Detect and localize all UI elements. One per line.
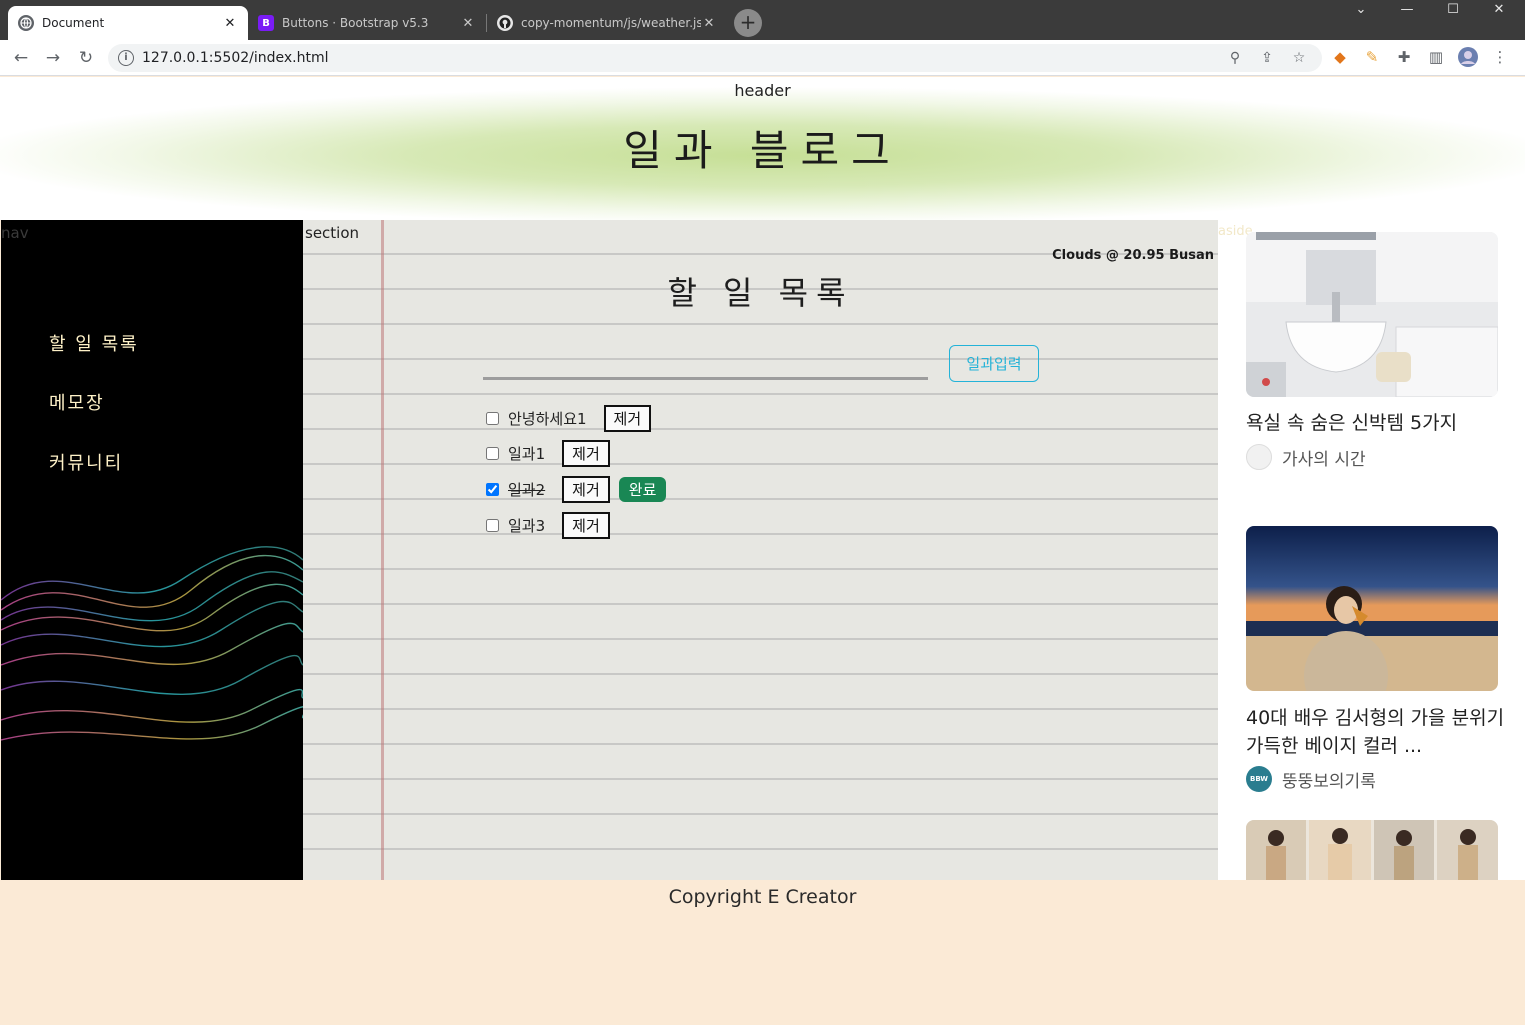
tab-github[interactable]: copy-momentum/js/weather.js ✕ xyxy=(487,6,727,40)
metamask-fox-icon[interactable]: ◆ xyxy=(1330,47,1350,67)
close-icon[interactable]: ✕ xyxy=(701,16,717,31)
maximize-button[interactable]: ☐ xyxy=(1430,0,1476,22)
card-source[interactable]: BBW 뚱뚱보의기록 xyxy=(1246,766,1376,792)
bathroom-photo[interactable] xyxy=(1246,232,1498,397)
todo-item: 일과1 제거 xyxy=(486,439,610,467)
todo-section: section Clouds @ 20.95 Busan 할 일 목록 일과입력… xyxy=(303,220,1218,880)
nav-item-memo[interactable]: 메모장 xyxy=(49,389,105,415)
todo-checkbox[interactable] xyxy=(486,482,499,496)
forward-arrow-icon[interactable]: → xyxy=(42,47,64,69)
todo-checkbox[interactable] xyxy=(486,518,499,532)
close-window-button[interactable]: ✕ xyxy=(1476,0,1522,22)
reload-icon[interactable]: ↻ xyxy=(75,47,97,69)
side-nav: nav 할 일 목록 메모장 커뮤니티 xyxy=(1,220,303,880)
blog-title: 일과 블로그 xyxy=(623,126,902,175)
browser-toolbar: ← → ↻ i 127.0.0.1:5502/index.html ⚲ ⇪ ☆ xyxy=(0,40,1525,76)
page-footer: Copyright E Creator xyxy=(0,880,1525,1025)
wave-background-image xyxy=(1,546,303,741)
share-icon[interactable]: ⇪ xyxy=(1258,49,1276,67)
side-panel-icon[interactable]: ▥ xyxy=(1426,47,1446,67)
todo-checkbox[interactable] xyxy=(486,411,499,425)
tab-document[interactable]: Document ✕ xyxy=(8,6,248,40)
tab-search-chevron-icon[interactable]: ⌄ xyxy=(1338,0,1384,22)
todo-item: 일과3 제거 xyxy=(486,511,610,539)
remove-button[interactable]: 제거 xyxy=(562,511,610,539)
source-logo-icon xyxy=(1246,444,1272,470)
header-label: header xyxy=(734,81,791,100)
back-arrow-icon[interactable]: ← xyxy=(10,47,32,69)
github-icon xyxy=(497,15,513,31)
section-label: section xyxy=(305,224,360,242)
todo-text: 안녕하세요1 xyxy=(508,409,587,428)
minimize-button[interactable]: — xyxy=(1384,0,1430,22)
tab-title: Buttons · Bootstrap v5.3 xyxy=(282,16,429,30)
todo-text: 일과3 xyxy=(508,516,546,535)
todo-title: 할 일 목록 xyxy=(667,274,854,312)
remove-button[interactable]: 제거 xyxy=(562,439,610,467)
beach-photo[interactable] xyxy=(1246,526,1498,691)
nav-item-community[interactable]: 커뮤니티 xyxy=(49,449,123,475)
source-logo-icon: BBW xyxy=(1246,766,1272,792)
tab-bootstrap[interactable]: B Buttons · Bootstrap v5.3 ✕ xyxy=(248,6,486,40)
copyright-text: Copyright E Creator xyxy=(668,886,857,908)
nav-item-todo[interactable]: 할 일 목록 xyxy=(49,330,139,356)
globe-icon xyxy=(18,15,34,31)
url-text[interactable]: 127.0.0.1:5502/index.html xyxy=(142,50,329,66)
address-bar[interactable]: i 127.0.0.1:5502/index.html ⚲ ⇪ ☆ xyxy=(108,44,1322,72)
bookmark-star-icon[interactable]: ☆ xyxy=(1290,49,1308,67)
todo-item: 일과2 제거 완료 xyxy=(486,475,667,503)
add-todo-button[interactable]: 일과입력 xyxy=(949,345,1039,382)
todo-text: 일과2 xyxy=(508,480,546,499)
site-info-icon[interactable]: i xyxy=(118,50,134,66)
tab-title: Document xyxy=(42,16,105,30)
remove-button[interactable]: 제거 xyxy=(603,404,652,432)
weather-readout: Clouds @ 20.95 Busan xyxy=(1052,248,1214,263)
nav-label: nav xyxy=(1,224,29,242)
kebab-menu-icon[interactable]: ⋮ xyxy=(1490,47,1510,67)
new-tab-button[interactable]: + xyxy=(734,9,762,37)
complete-button[interactable]: 완료 xyxy=(618,476,667,502)
todo-text: 일과1 xyxy=(508,444,546,463)
color-picker-icon[interactable]: ✎ xyxy=(1362,47,1382,67)
source-name: 가사의 시간 xyxy=(1282,449,1366,470)
source-name: 뚱뚱보의기록 xyxy=(1282,771,1376,792)
browser-tabstrip: Document ✕ B Buttons · Bootstrap v5.3 ✕ … xyxy=(0,0,1525,40)
todo-item: 안녕하세요1 제거 xyxy=(486,404,652,432)
extensions-puzzle-icon[interactable]: ✚ xyxy=(1394,47,1414,67)
todo-checkbox[interactable] xyxy=(486,446,499,460)
tab-title: copy-momentum/js/weather.js xyxy=(521,16,701,30)
close-icon[interactable]: ✕ xyxy=(222,16,238,31)
card-title[interactable]: 40대 배우 김서형의 가을 분위기 가득한 베이지 컬러 ... xyxy=(1246,704,1506,760)
bootstrap-icon: B xyxy=(258,15,274,31)
card-source[interactable]: 가사의 시간 xyxy=(1246,444,1366,470)
profile-avatar[interactable] xyxy=(1458,47,1478,67)
todo-input[interactable] xyxy=(483,350,928,380)
card-title[interactable]: 욕실 속 숨은 신박템 5가지 xyxy=(1246,409,1506,437)
close-icon[interactable]: ✕ xyxy=(460,16,476,31)
remove-button[interactable]: 제거 xyxy=(562,475,610,503)
page-header: header 일과 블로그 xyxy=(0,77,1525,220)
location-pin-icon[interactable]: ⚲ xyxy=(1226,49,1244,67)
aside-feed: aside 욕실 속 숨은 신박템 5가지 가사의 시간 40대 배우 김서형의… xyxy=(1218,220,1525,880)
fashion-photo[interactable] xyxy=(1246,820,1498,880)
